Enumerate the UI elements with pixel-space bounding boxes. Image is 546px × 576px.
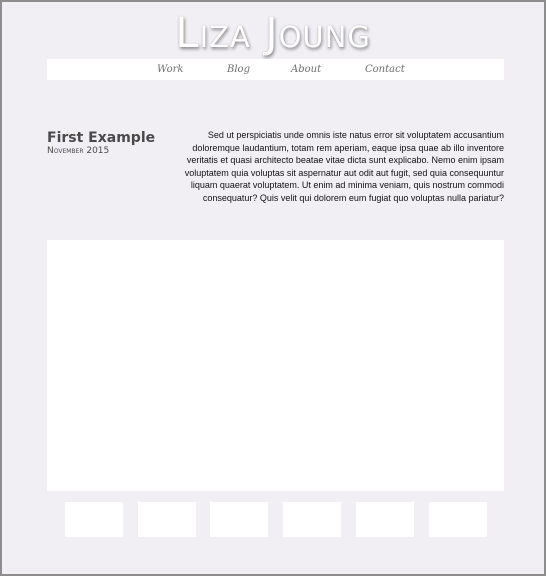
main-nav: Work Blog About Contact: [47, 59, 504, 80]
hero-image-placeholder: [47, 240, 504, 491]
post-date: November 2015: [47, 146, 110, 156]
thumbnail-4[interactable]: [283, 502, 341, 537]
nav-link-work[interactable]: Work: [157, 59, 183, 80]
nav-link-about[interactable]: About: [291, 59, 321, 80]
nav-link-contact[interactable]: Contact: [365, 59, 405, 80]
post-body: Sed ut perspiciatis unde omnis iste natu…: [184, 130, 504, 203]
thumbnail-1[interactable]: [65, 502, 123, 537]
thumbnail-3[interactable]: [210, 502, 268, 537]
thumbnail-2[interactable]: [138, 502, 196, 537]
nav-link-blog[interactable]: Blog: [227, 59, 250, 80]
site-title: Liza Joung: [175, 8, 371, 57]
thumbnail-5[interactable]: [356, 502, 414, 537]
thumbnail-6[interactable]: [429, 502, 487, 537]
post-title: First Example: [47, 130, 156, 146]
